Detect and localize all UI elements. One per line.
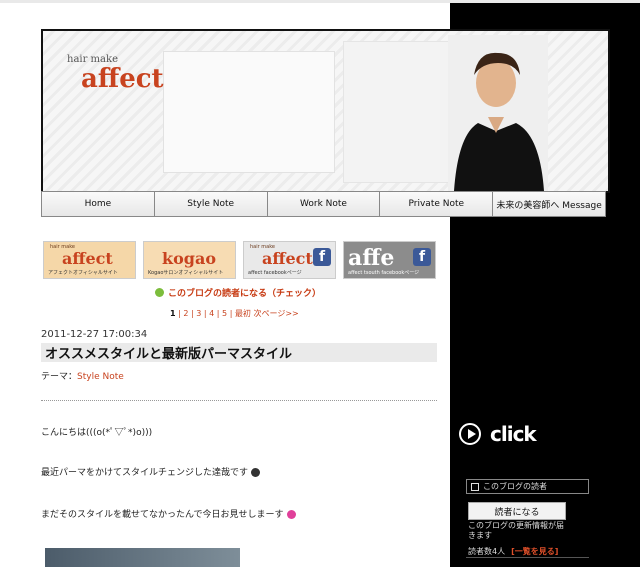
become-reader-button[interactable]: 読者になる [468, 502, 566, 520]
theme-label: テーマ： [41, 372, 78, 382]
affect-facebook-banner[interactable]: hair make affect f affect facebookページ [243, 241, 336, 279]
post-paragraph: 最近パーマをかけてスタイルチェンジした達哉です [41, 465, 261, 478]
theme-link[interactable]: Style Note [77, 372, 124, 382]
post-paragraph: こんにちは(((o(*ﾟ▽ﾟ*)o))) [41, 425, 152, 438]
kogao-banner[interactable]: kogao Kogaoサロンオフィシャルサイト [143, 241, 236, 279]
paragraph-text: まだそのスタイルを載せてなかったんで今日お見せしまーす [41, 510, 284, 520]
salon-interior-image [163, 51, 335, 173]
post-date: 2011-12-27 17:00:34 [41, 329, 148, 340]
become-reader-link[interactable]: このブログの読者になる（チェック） [155, 286, 321, 299]
mouse-emoji-icon [251, 468, 261, 477]
post-title[interactable]: オススメスタイルと最新版パーマスタイル [41, 343, 437, 362]
facebook-icon: f [413, 248, 431, 266]
facebook-icon: f [313, 248, 331, 266]
sidebar-divider [466, 557, 589, 558]
affect-tsouth-facebook-banner[interactable]: affe f affect tsouth facebookページ [343, 241, 436, 279]
reader-count-text: 読者数4人 [468, 547, 506, 556]
reader-section-header: このブログの読者 [466, 479, 589, 494]
next-page-link[interactable]: 次ページ>> [253, 309, 298, 318]
reader-count: 読者数4人 [一覧を見る] [468, 546, 558, 557]
banner-logo-text: affect [262, 249, 313, 268]
nav-private-note[interactable]: Private Note [380, 192, 494, 216]
nav-home[interactable]: Home [42, 192, 155, 216]
banner-caption: affect tsouth facebookページ [348, 270, 420, 276]
banner-logo-text: affe [348, 245, 395, 271]
stylist-photo [448, 35, 548, 191]
view-list-link[interactable]: [一覧を見る] [511, 547, 558, 556]
heart-emoji-icon [286, 510, 296, 519]
page-link[interactable]: 3 [196, 309, 201, 318]
page-link[interactable]: 2 [183, 309, 188, 318]
nav-style-note[interactable]: Style Note [154, 192, 268, 216]
page-current: 1 [170, 309, 176, 318]
header-banner[interactable]: hair make affect [41, 29, 610, 193]
post-theme: テーマ：Style Note [41, 369, 124, 382]
banner-logo-text: affect [62, 249, 113, 268]
banner-logo-text: kogao [162, 249, 216, 268]
reader-section-title: このブログの読者 [483, 482, 547, 491]
post-photo [45, 548, 240, 567]
banner-caption: affect facebookページ [248, 270, 302, 276]
post-title-text: オススメスタイルと最新版パーマスタイル [45, 347, 293, 362]
post-divider [41, 400, 437, 401]
update-notice: このブログの更新情報が届きます [468, 521, 564, 540]
page-link[interactable]: 5 [222, 309, 227, 318]
page-first-link[interactable]: 最初 [235, 309, 251, 318]
banner-caption: アフェクトオフィシャルサイト [48, 270, 118, 276]
nav-work-note[interactable]: Work Note [267, 192, 381, 216]
post-paragraph: まだそのスタイルを載せてなかったんで今日お見せしまーす [41, 507, 296, 520]
banner-caption: Kogaoサロンオフィシャルサイト [148, 270, 224, 276]
reader-box-icon [471, 482, 479, 491]
page-link[interactable]: 4 [209, 309, 214, 318]
play-icon [459, 423, 481, 445]
site-banners: hair make affect アフェクトオフィシャルサイト kogao Ko… [43, 241, 436, 279]
nav-message[interactable]: 未来の美容師へ Message [493, 192, 605, 216]
reader-icon [155, 288, 164, 297]
click-button[interactable]: click [459, 422, 537, 446]
become-reader-text: このブログの読者になる（チェック） [168, 289, 322, 299]
main-nav: Home Style Note Work Note Private Note 未… [41, 191, 606, 217]
click-label: click [490, 422, 537, 446]
paragraph-text: こんにちは(((o(*ﾟ▽ﾟ*)o))) [41, 428, 153, 438]
brand-logo: affect [81, 64, 164, 94]
pagination: 1 | 2 | 3 | 4 | 5 | 最初 次ページ>> [170, 309, 299, 318]
affect-official-banner[interactable]: hair make affect アフェクトオフィシャルサイト [43, 241, 136, 279]
paragraph-text: 最近パーマをかけてスタイルチェンジした達哉です [41, 468, 249, 478]
